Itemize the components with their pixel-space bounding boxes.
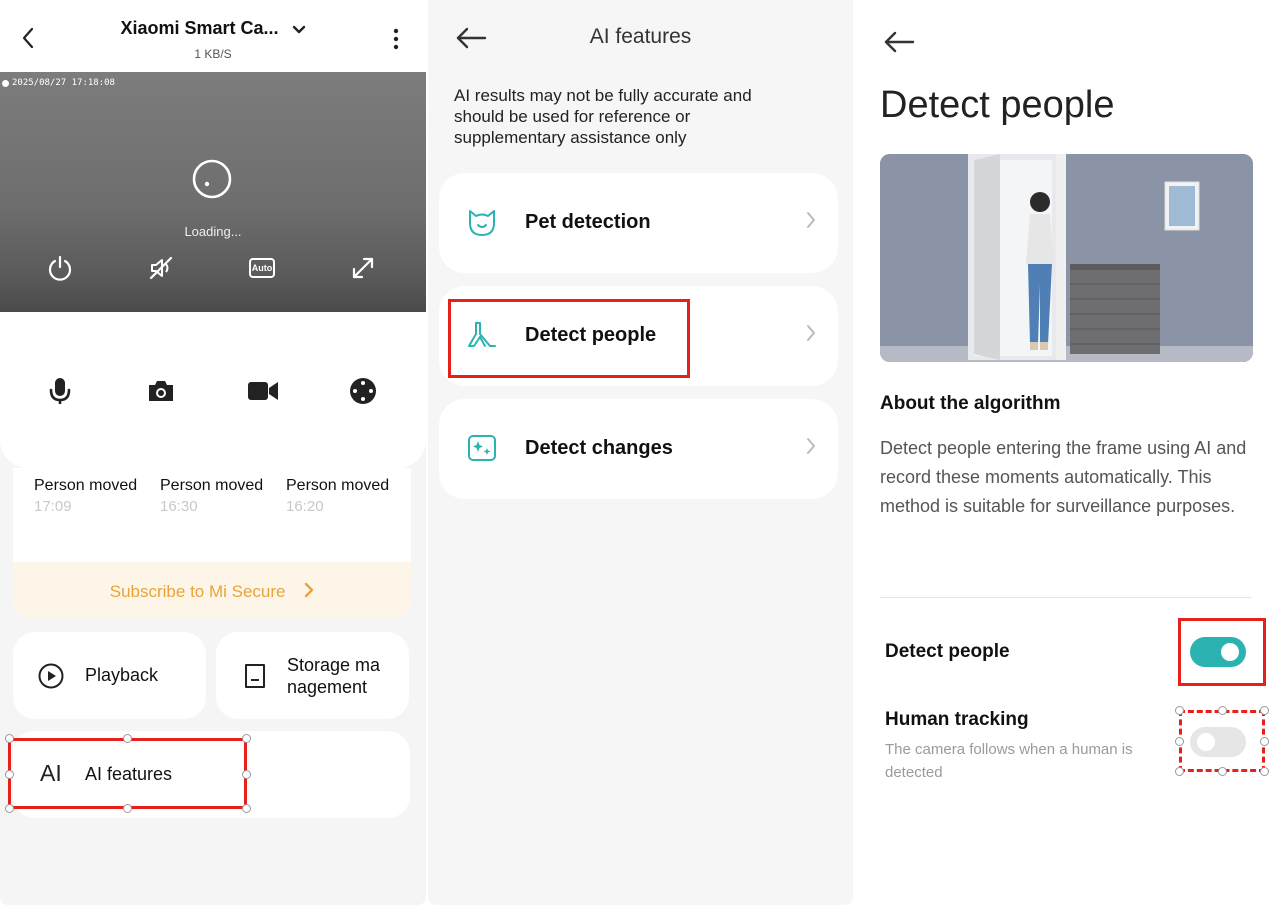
storage-label-line1: Storage ma: [287, 655, 381, 675]
chevron-right-icon[interactable]: [304, 582, 314, 603]
selection-handle[interactable]: [5, 770, 14, 779]
detect-people-panel: Detect people About the algorithm Detect…: [856, 0, 1280, 905]
event-title[interactable]: Person moved: [286, 477, 389, 495]
chevron-right-icon: [806, 437, 816, 461]
event-time: 17:09: [34, 498, 72, 515]
timestamp-text: 2025/08/27 17:18:08: [12, 78, 115, 88]
highlight-box: [8, 738, 247, 809]
detect-people-setting-label: Detect people: [885, 641, 1010, 662]
transfer-speed: 1 KB/S: [194, 47, 232, 61]
page-title: Detect people: [880, 84, 1115, 126]
event-list: Person moved 17:09 Person moved 16:30 Pe…: [13, 468, 411, 618]
fullscreen-icon[interactable]: [347, 252, 379, 284]
chevron-right-icon: [806, 324, 816, 348]
camera-title[interactable]: Xiaomi Smart Ca...: [0, 18, 426, 40]
event-time: 16:20: [286, 498, 324, 515]
about-heading: About the algorithm: [880, 393, 1061, 414]
camera-title-text: Xiaomi Smart Ca...: [120, 18, 279, 38]
mute-icon[interactable]: [145, 252, 177, 284]
event-time: 16:30: [160, 498, 198, 515]
camera-controls: [0, 312, 426, 468]
illustration-image: [880, 154, 1253, 362]
highlight-box: [1178, 618, 1266, 686]
selection-handle[interactable]: [5, 804, 14, 813]
ai-features-panel: AI features AI results may not be fully …: [428, 0, 853, 905]
selection-handle[interactable]: [1175, 706, 1184, 715]
event-title[interactable]: Person moved: [34, 477, 137, 495]
play-circle-icon: [37, 662, 65, 690]
selection-handle[interactable]: [1175, 737, 1184, 746]
back-arrow-icon[interactable]: [882, 28, 916, 56]
subscribe-banner[interactable]: Subscribe to Mi Secure: [13, 562, 411, 618]
divider: [880, 597, 1251, 598]
highlight-box: [448, 299, 690, 378]
human-tracking-setting-label: Human tracking: [885, 709, 1029, 730]
storage-management-button[interactable]: Storage ma nagement: [216, 632, 409, 719]
pet-icon: [465, 205, 499, 239]
selection-handle[interactable]: [242, 770, 251, 779]
loading-text: Loading...: [184, 224, 242, 239]
selection-handle[interactable]: [242, 734, 251, 743]
subscribe-link: Subscribe to Mi Secure: [13, 582, 411, 603]
selection-handle[interactable]: [123, 734, 132, 743]
selection-handle[interactable]: [123, 804, 132, 813]
highlight-box: [1179, 710, 1265, 772]
selection-handle[interactable]: [1260, 706, 1269, 715]
page-title: AI features: [589, 25, 692, 48]
playback-label: Playback: [85, 665, 159, 685]
selection-handle[interactable]: [5, 734, 14, 743]
storage-label-line2: nagement: [287, 677, 368, 697]
record-dot-icon: [2, 79, 9, 87]
pan-tilt-icon[interactable]: [346, 374, 380, 408]
camera-header: Xiaomi Smart Ca... 1 KB/S: [0, 0, 426, 72]
about-description: Detect people entering the frame using A…: [880, 438, 1247, 516]
chevron-right-icon: [806, 211, 816, 235]
storage-card-icon: [242, 662, 268, 690]
chevron-down-icon[interactable]: [292, 19, 306, 40]
more-options-icon[interactable]: [384, 26, 408, 52]
event-title[interactable]: Person moved: [160, 477, 263, 495]
power-icon[interactable]: [44, 252, 76, 284]
video-record-icon[interactable]: [245, 374, 281, 408]
storage-label: Storage ma nagement: [287, 654, 380, 698]
sparkle-icon: [465, 431, 499, 465]
detect-changes-item[interactable]: Detect changes: [439, 399, 838, 499]
playback-button[interactable]: Playback: [13, 632, 206, 719]
live-video-view[interactable]: 2025/08/27 17:18:08 Loading... Auto: [0, 72, 426, 312]
selection-handle[interactable]: [1218, 767, 1227, 776]
auto-resolution-label: Auto: [249, 258, 275, 278]
selection-handle[interactable]: [1260, 767, 1269, 776]
camera-snapshot-icon[interactable]: [144, 374, 178, 408]
loading-spinner-icon: [191, 158, 233, 200]
human-tracking-description: The camera follows when a human is detec…: [885, 741, 1133, 781]
selection-handle[interactable]: [1260, 737, 1269, 746]
selection-handle[interactable]: [1175, 767, 1184, 776]
detect-changes-label: Detect changes: [525, 437, 673, 459]
selection-handle[interactable]: [1218, 706, 1227, 715]
pet-detection-item[interactable]: Pet detection: [439, 173, 838, 273]
microphone-icon[interactable]: [43, 374, 77, 408]
video-timestamp: 2025/08/27 17:18:08: [2, 78, 115, 88]
pet-detection-label: Pet detection: [525, 211, 651, 233]
ai-disclaimer: AI results may not be fully accurate and…: [454, 86, 752, 147]
camera-panel: Xiaomi Smart Ca... 1 KB/S 2025/08/27 17:…: [0, 0, 426, 905]
selection-handle[interactable]: [242, 804, 251, 813]
subscribe-text[interactable]: Subscribe to Mi Secure: [110, 582, 286, 601]
auto-resolution-icon[interactable]: Auto: [246, 253, 278, 283]
